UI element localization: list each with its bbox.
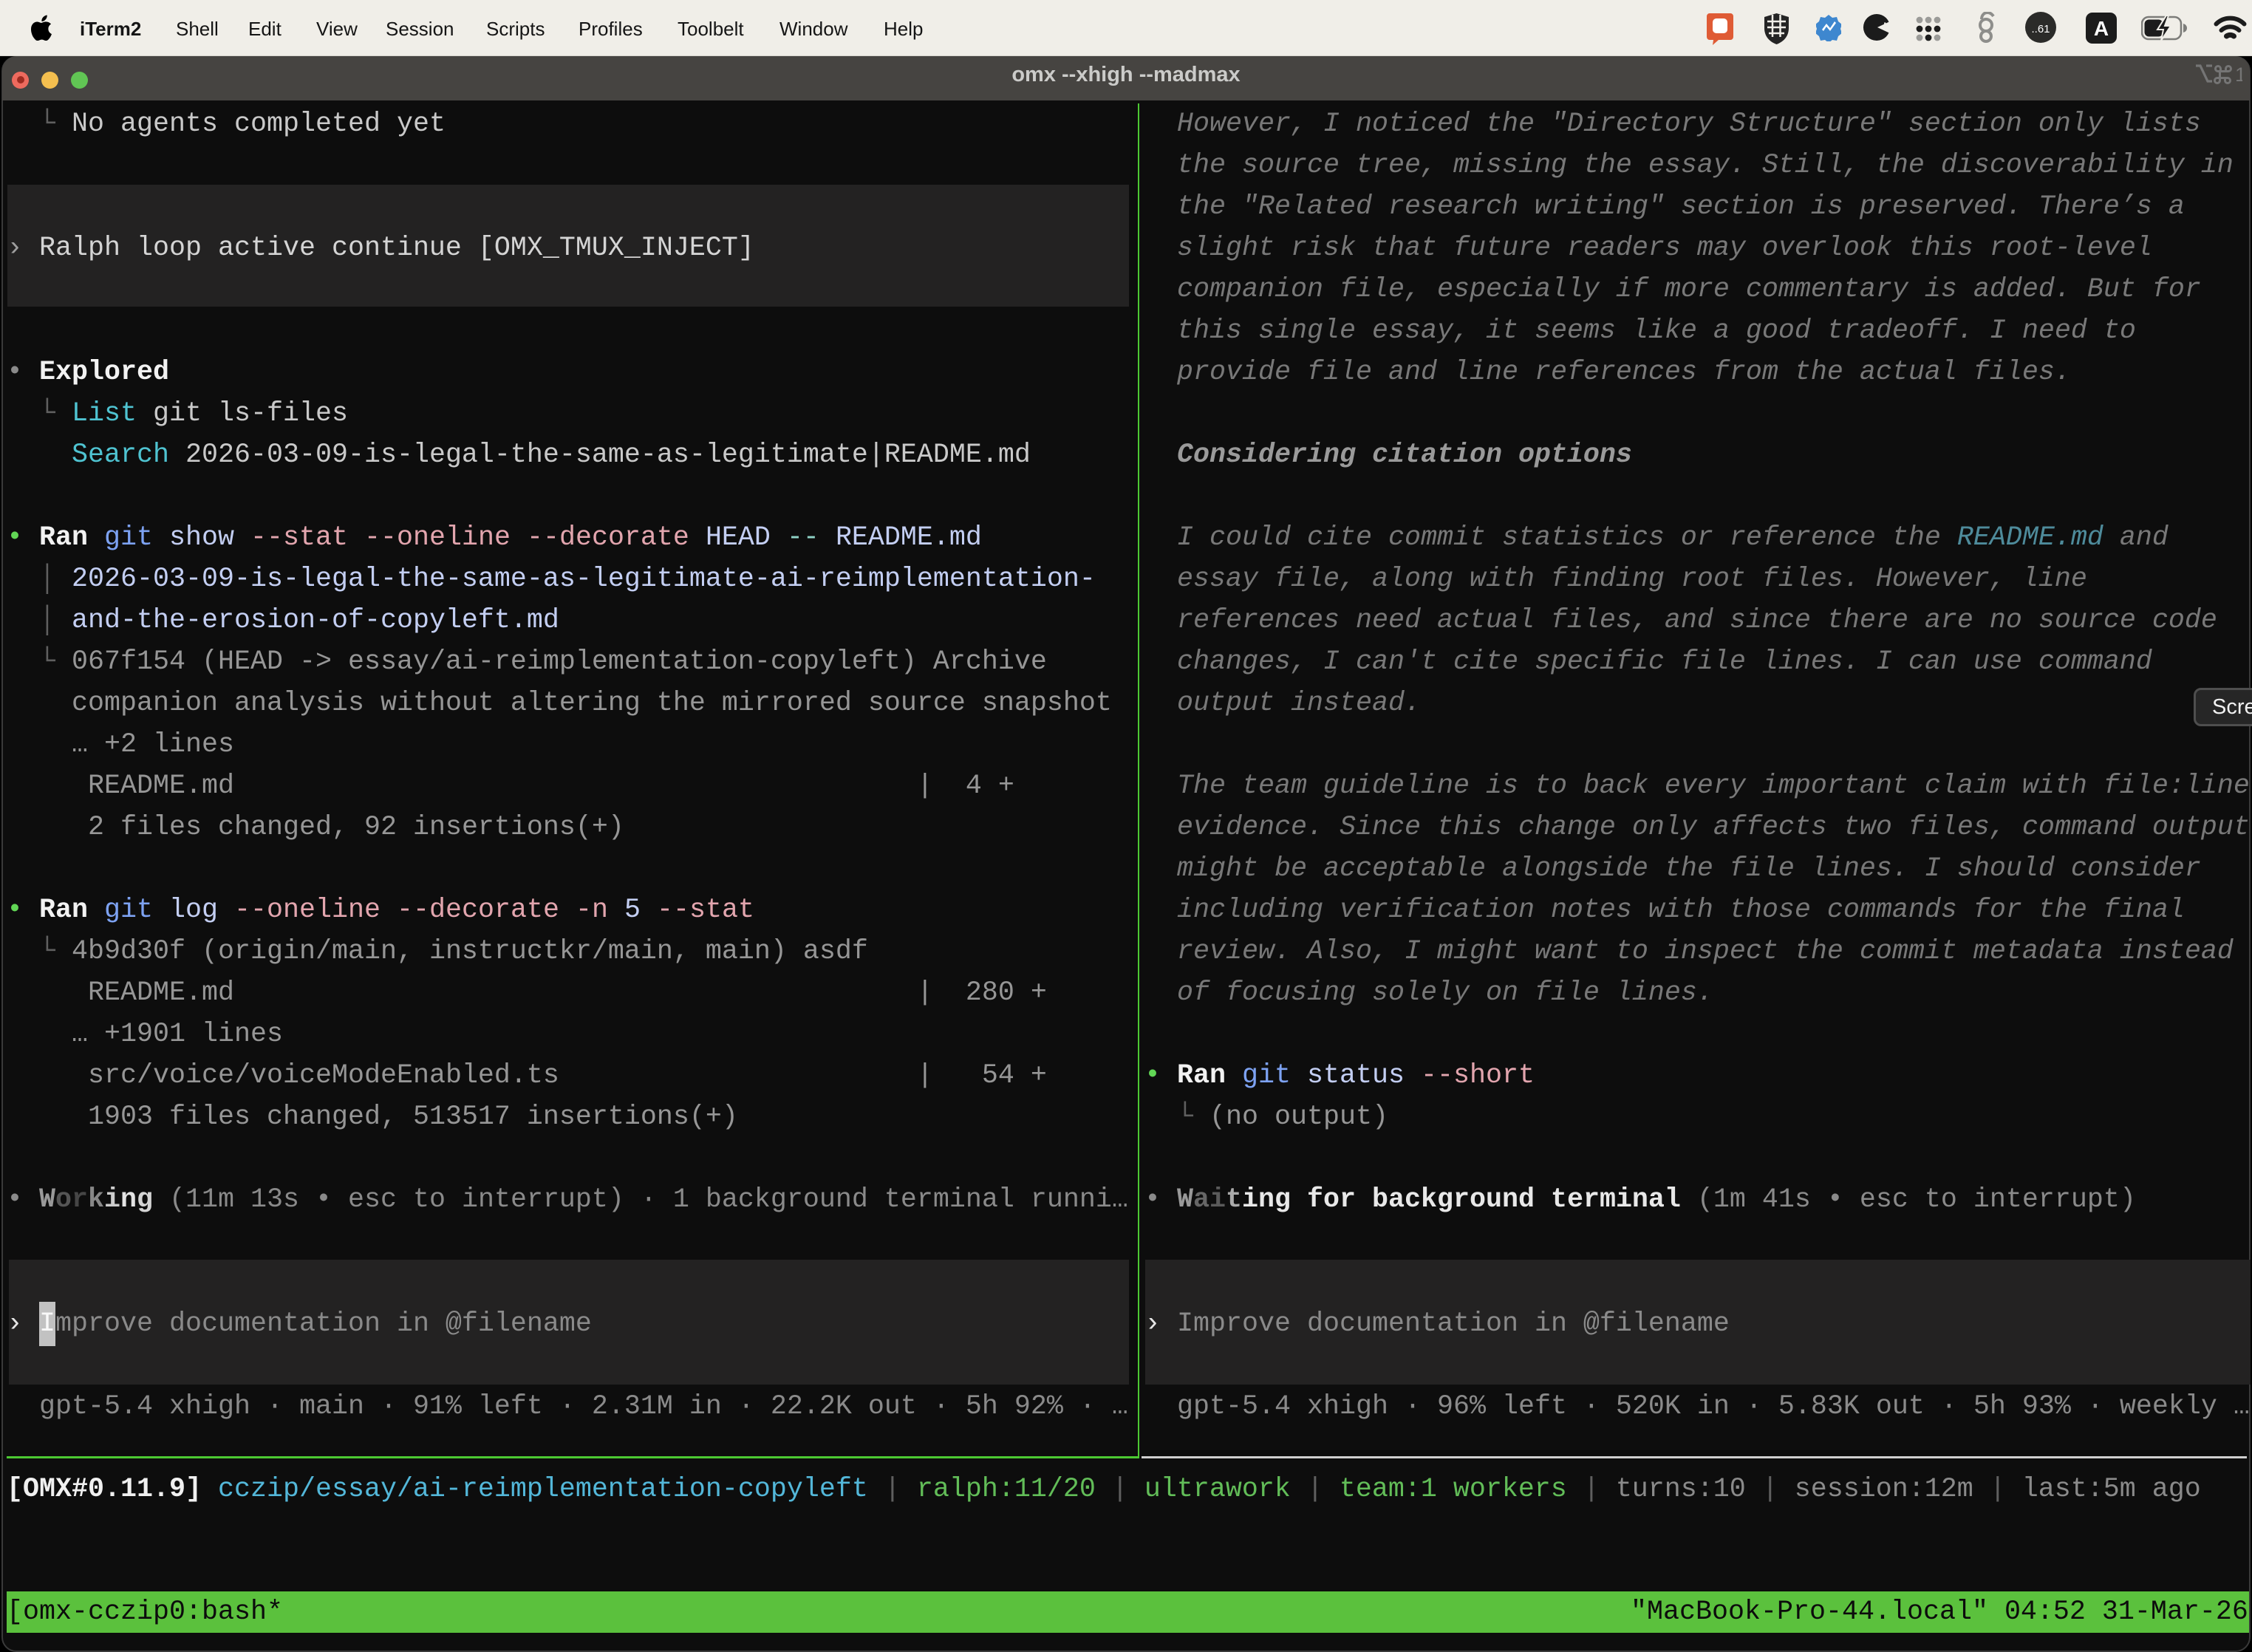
svg-text:A: A xyxy=(2094,17,2109,40)
svg-text:1: 1 xyxy=(2235,64,2242,86)
svg-text:..61: ..61 xyxy=(2031,23,2050,35)
